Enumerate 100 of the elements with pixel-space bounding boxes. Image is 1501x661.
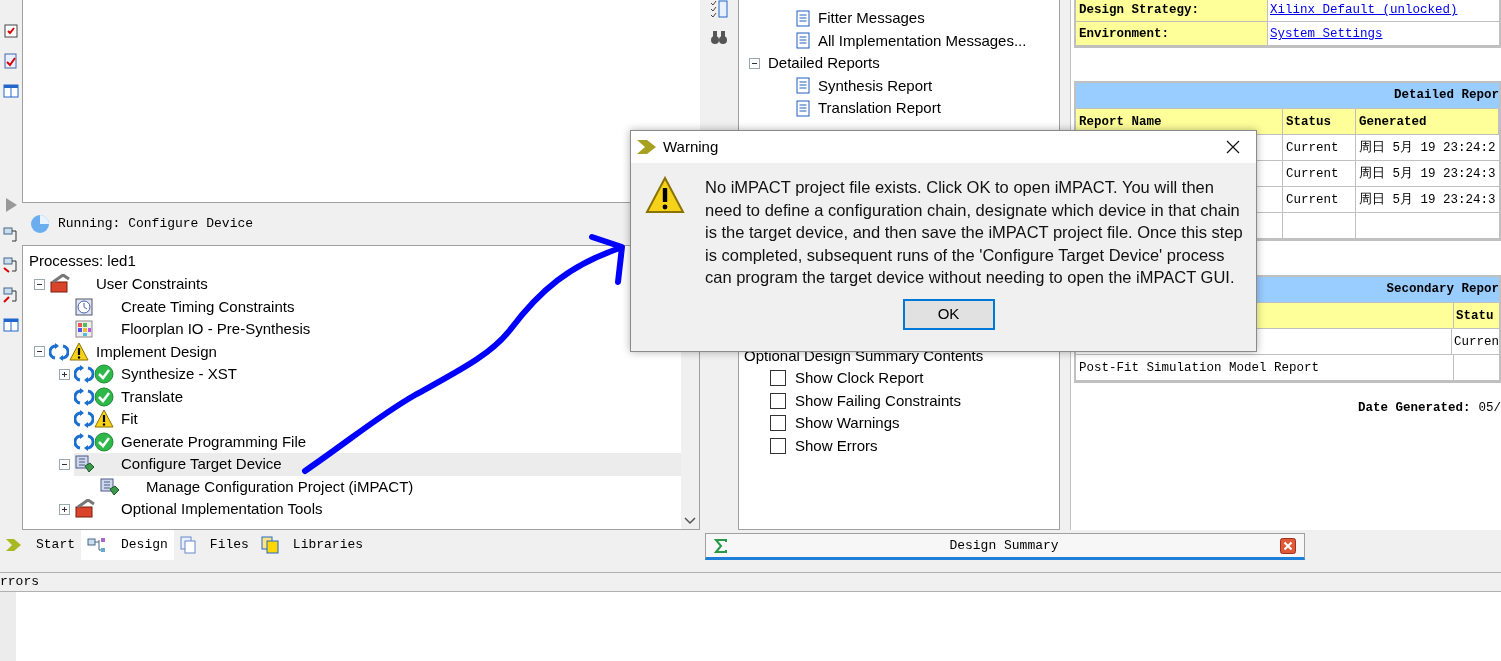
- process-row[interactable]: Generate Programming File: [74, 430, 681, 453]
- property-label: Design Strategy:: [1076, 0, 1268, 21]
- document-tab[interactable]: Design Summary: [705, 533, 1305, 560]
- process-label: Fit: [121, 409, 138, 429]
- process-row[interactable]: Implement Design: [49, 340, 681, 363]
- device-icon: [99, 476, 121, 497]
- process-row[interactable]: Fit: [74, 408, 681, 431]
- device-icon: [74, 454, 96, 475]
- hierarchy-icon: [87, 537, 107, 553]
- running-status: Running: Configure Device: [58, 215, 254, 234]
- tree-item[interactable]: Detailed Reports: [768, 52, 880, 75]
- process-label: Optional Implementation Tools: [121, 499, 323, 519]
- document-icon: [796, 32, 810, 50]
- table-title: Detailed Repor: [1076, 83, 1499, 109]
- close-icon[interactable]: [1280, 537, 1296, 554]
- collapse-toggle[interactable]: [59, 458, 70, 470]
- toolbox-icon: [74, 499, 96, 520]
- expand-toggle[interactable]: [59, 368, 70, 380]
- checkbox[interactable]: [770, 437, 786, 454]
- checkbox[interactable]: [770, 415, 786, 432]
- table-icon[interactable]: [2, 316, 20, 334]
- panel-tab[interactable]: Design: [81, 530, 174, 560]
- refresh-icon: [49, 342, 69, 361]
- expand-toggle[interactable]: [59, 503, 70, 515]
- schematic-icon[interactable]: [2, 286, 20, 304]
- timing-icon: [74, 296, 94, 317]
- process-label: Implement Design: [96, 341, 217, 362]
- process-label: Generate Programming File: [121, 431, 307, 452]
- process-label: User Constraints: [96, 274, 208, 294]
- process-row[interactable]: Translate: [74, 385, 681, 408]
- scroll-down-icon[interactable]: [684, 517, 696, 525]
- option-label: Show Failing Constraints: [795, 390, 961, 411]
- table-icon[interactable]: [2, 82, 20, 100]
- date-label: Date Generated:: [1357, 400, 1471, 417]
- process-row[interactable]: Configure Target Device: [74, 453, 681, 476]
- sigma-icon: [714, 538, 728, 553]
- checkbox[interactable]: [770, 370, 786, 387]
- chevron-icon: [637, 139, 657, 155]
- column-header: Generated: [1356, 109, 1499, 134]
- process-label: Translate: [121, 386, 183, 407]
- tree-item[interactable]: All Implementation Messages...: [818, 29, 1027, 52]
- process-row[interactable]: Synthesize - XST: [74, 363, 681, 386]
- libraries-icon: [260, 536, 279, 554]
- refresh-icon: [74, 432, 94, 451]
- column-header: Statu: [1455, 308, 1495, 325]
- option-label: Show Warnings: [795, 413, 900, 433]
- document-icon: [796, 77, 810, 95]
- process-label: Floorplan IO - Pre-Synthesis: [121, 319, 311, 339]
- close-icon[interactable]: [1226, 140, 1240, 154]
- check-icon: [94, 364, 114, 385]
- warning-icon: [645, 176, 685, 216]
- property-link[interactable]: System Settings: [1268, 22, 1499, 45]
- check-icon: [94, 431, 114, 452]
- document-icon: [796, 99, 810, 117]
- chevron-icon: [6, 538, 22, 552]
- property-link[interactable]: Xilinx Default (unlocked): [1268, 0, 1499, 21]
- collapse-toggle[interactable]: [749, 57, 760, 69]
- refresh-icon: [74, 410, 94, 429]
- dialog-title: Warning: [663, 136, 720, 157]
- process-row[interactable]: Floorplan IO - Pre-Synthesis: [74, 318, 681, 341]
- property-label: Environment:: [1076, 22, 1268, 45]
- process-row[interactable]: Create Timing Constraints: [74, 295, 681, 318]
- warning-icon: [69, 341, 89, 362]
- table-cell-text: 周日 5月 19 23:24:2: [1358, 139, 1497, 157]
- table-cell: Current: [1283, 161, 1356, 186]
- tree-item[interactable]: Fitter Messages: [818, 7, 925, 30]
- table-cell: Post-Fit Simulation Model Report: [1076, 355, 1454, 380]
- process-label: Synthesize - XST: [121, 364, 237, 384]
- processes-title: Processes: led1: [28, 251, 137, 271]
- grid-icon: [74, 319, 94, 340]
- table-cell-text: 周日 5月 19 23:24:3: [1358, 165, 1497, 183]
- date-value: 05/: [1478, 400, 1501, 417]
- checkbox[interactable]: [770, 392, 786, 409]
- table-cell: Current: [1283, 187, 1356, 212]
- warning-icon: [94, 409, 114, 430]
- process-label: Manage Configuration Project (iMPACT): [146, 476, 414, 497]
- process-row[interactable]: Manage Configuration Project (iMPACT): [99, 475, 681, 498]
- schematic-icon[interactable]: [2, 226, 20, 244]
- binoculars-icon[interactable]: [710, 28, 728, 46]
- process-label: Configure Target Device: [121, 454, 282, 474]
- process-row[interactable]: User Constraints: [49, 273, 681, 296]
- tree-item[interactable]: Translation Report: [818, 97, 941, 120]
- ok-button[interactable]: OK: [902, 298, 995, 330]
- collapse-toggle[interactable]: [34, 346, 45, 358]
- console-title: rrors: [0, 573, 39, 592]
- schematic-icon[interactable]: [2, 256, 20, 274]
- process-row[interactable]: Optional Implementation Tools: [74, 498, 681, 521]
- check-icon: [94, 386, 114, 407]
- table-cell-text: Curren: [1453, 334, 1499, 351]
- checklist-icon[interactable]: [710, 0, 728, 18]
- process-label: Create Timing Constraints: [121, 296, 295, 317]
- spinner-icon: [30, 214, 50, 234]
- column-header: Status: [1283, 109, 1356, 134]
- option-label: Show Clock Report: [795, 368, 924, 388]
- tree-item[interactable]: Synthesis Report: [818, 74, 933, 97]
- toolbox-icon: [49, 274, 71, 295]
- refresh-icon: [74, 365, 94, 384]
- option-label: Show Errors: [795, 435, 878, 456]
- collapse-toggle[interactable]: [34, 278, 45, 290]
- checked-document-icon[interactable]: [2, 52, 20, 70]
